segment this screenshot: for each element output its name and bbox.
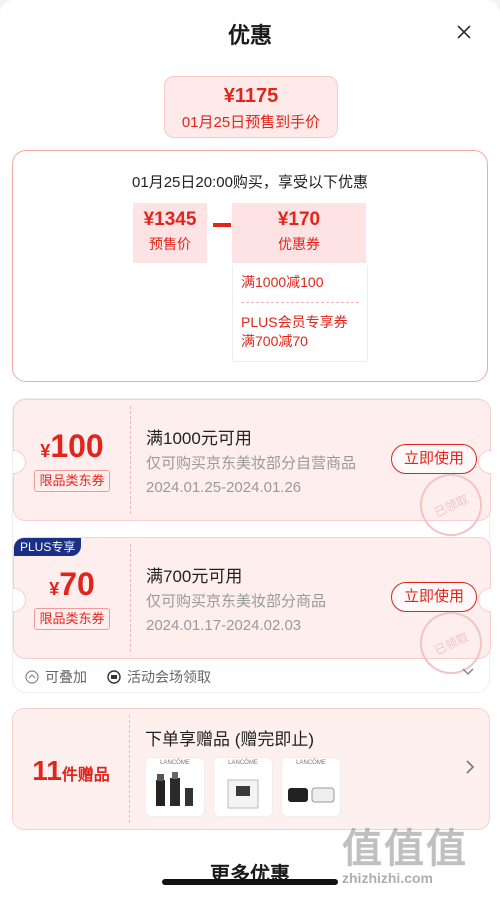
- stack-icon: [25, 670, 39, 684]
- coupon-sheet: 优惠 ¥1175 01月25日预售到手价 01月25日20:00购买，享受以下优…: [0, 0, 500, 897]
- gift-thumbnail[interactable]: LANCÔME: [281, 757, 341, 817]
- coupon-discount-amount: ¥170: [277, 209, 321, 230]
- coupon-scope: 仅可购买京东美妆部分商品: [146, 593, 327, 610]
- breakdown-title: 01月25日20:00购买，享受以下优惠: [132, 174, 368, 191]
- gift-section[interactable]: 11件赠品 下单享赠品 (赠完即止) LANCÔME LANCÔME LANCÔ…: [12, 708, 490, 830]
- chevron-right-icon[interactable]: [465, 759, 475, 780]
- use-now-button[interactable]: 立即使用: [391, 582, 477, 612]
- venue-icon: [107, 670, 121, 684]
- coupon-amount: 70: [59, 566, 95, 602]
- notch: [478, 588, 491, 612]
- gift-count-unit: 件赠品: [61, 767, 110, 784]
- coupon-detail-item: 满1000减100: [241, 274, 324, 290]
- coupon-amount: 100: [50, 428, 104, 464]
- presale-label: 预售价: [149, 236, 191, 252]
- stackable-info: 可叠加: [25, 667, 87, 687]
- final-price-desc: 01月25日预售到手价: [181, 114, 321, 131]
- coupon-scope: 仅可购买京东美妆部分自营商品: [146, 455, 357, 472]
- final-price: ¥1175: [223, 85, 279, 107]
- final-price-box: ¥1175 01月25日预售到手价: [164, 76, 338, 138]
- minus-sign: [213, 223, 231, 227]
- divider: [130, 406, 131, 514]
- close-icon[interactable]: [452, 20, 476, 44]
- gift-count: 11件赠品: [13, 755, 129, 787]
- presale-amount: ¥1345: [143, 209, 197, 230]
- stackable-label: 可叠加: [45, 669, 87, 685]
- coupon-type-tag: 限品类东券: [34, 608, 110, 630]
- mask-box-image: [227, 779, 259, 809]
- brand-text: LANCÔME: [160, 760, 190, 766]
- coupon-detail-list: 满1000减100 PLUS会员专享券 满700减70: [232, 265, 368, 362]
- gift-thumbnail[interactable]: LANCÔME: [213, 757, 273, 817]
- coupon-condition: 满700元可用: [146, 567, 243, 586]
- home-indicator[interactable]: [162, 879, 338, 885]
- coupon-condition: 满1000元可用: [146, 429, 252, 448]
- watermark-url: zhizhizhi.com: [342, 870, 433, 886]
- watermark-glyphs: 值值值: [342, 827, 468, 871]
- gift-thumbnail[interactable]: LANCÔME: [145, 757, 205, 817]
- divider: [129, 715, 130, 823]
- gift-count-number: 11: [32, 755, 62, 786]
- coupon-card: PLUS专享 ¥70 限品类东券 满700元可用 仅可购买京东美妆部分商品 20…: [13, 537, 493, 685]
- use-now-button[interactable]: 立即使用: [391, 444, 477, 474]
- coupon-footer: 可叠加 活动会场领取: [13, 667, 489, 691]
- coupon-detail-item: 满700减70: [241, 333, 308, 349]
- sheet-title: 优惠: [227, 23, 272, 48]
- coupon-value: ¥70: [14, 566, 130, 603]
- currency-symbol: ¥: [49, 579, 60, 599]
- price-breakdown: 01月25日20:00购买，享受以下优惠 ¥1345 预售价 ¥170 优惠券 …: [12, 150, 488, 382]
- notch: [478, 450, 491, 474]
- source-info: 活动会场领取: [107, 667, 211, 687]
- coupon-list: ¥100 限品类东券 满1000元可用 仅可购买京东美妆部分自营商品 2024.…: [12, 398, 493, 693]
- claimed-stamp: 已领取: [409, 463, 493, 547]
- gift-title: 下单享赠品 (赠完即止): [145, 730, 315, 749]
- plus-exclusive-badge: PLUS专享: [14, 538, 82, 556]
- brand-text: LANCÔME: [228, 760, 258, 766]
- serum-bottle-image: [156, 772, 193, 806]
- presale-price-pill: ¥1345 预售价: [133, 203, 207, 263]
- cream-jar-image: [288, 787, 335, 803]
- coupon-validity: 2024.01.17-2024.02.03: [146, 617, 302, 634]
- watermark-logo: 值值值 zhizhizhi.com: [342, 816, 492, 886]
- coupon-discount-pill: ¥170 优惠券: [232, 203, 366, 263]
- coupon-type-tag: 限品类东券: [34, 470, 110, 492]
- divider: [130, 544, 131, 652]
- divider: [241, 302, 359, 303]
- source-label: 活动会场领取: [127, 669, 211, 685]
- coupon-validity: 2024.01.25-2024.01.26: [146, 479, 302, 496]
- coupon-detail-item: PLUS会员专享券: [241, 314, 348, 330]
- coupon-card: ¥100 限品类东券 满1000元可用 仅可购买京东美妆部分自营商品 2024.…: [13, 399, 493, 547]
- expand-chevron-icon[interactable]: [461, 667, 475, 677]
- coupon-discount-label: 优惠券: [278, 236, 320, 252]
- brand-text: LANCÔME: [296, 760, 326, 766]
- coupon-value: ¥100: [14, 428, 130, 465]
- currency-symbol: ¥: [40, 441, 51, 461]
